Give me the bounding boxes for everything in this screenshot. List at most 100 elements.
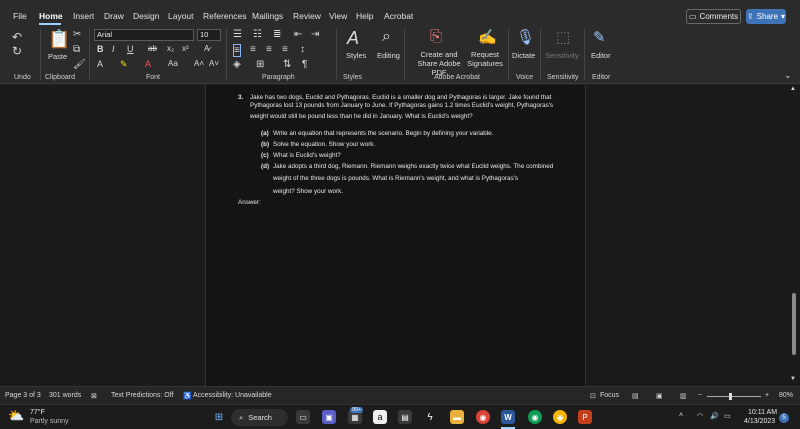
font-name-select[interactable]: Arial: [94, 29, 194, 41]
search-box[interactable]: ⌕ Search: [231, 409, 288, 426]
bold-icon[interactable]: B: [97, 44, 104, 54]
editor-button-label[interactable]: Editor: [591, 51, 611, 60]
windows-start-icon[interactable]: ⊞: [212, 410, 226, 424]
italic-icon[interactable]: I: [112, 44, 115, 54]
store-icon[interactable]: ▤: [398, 410, 412, 424]
styles-label[interactable]: Styles: [346, 51, 366, 60]
app-icon[interactable]: ϟ: [423, 410, 437, 424]
chrome-icon[interactable]: ◉: [476, 410, 490, 424]
justify-icon[interactable]: ≡: [282, 44, 288, 55]
sensitivity-icon[interactable]: ⬚: [556, 28, 570, 46]
chevron-up-icon[interactable]: ˄: [679, 412, 683, 419]
menu-file[interactable]: File: [13, 11, 27, 21]
cut-icon[interactable]: ✂: [73, 29, 81, 40]
highlight-icon[interactable]: ✎: [120, 59, 128, 70]
numbering-icon[interactable]: ☷: [253, 29, 262, 40]
weather-temp[interactable]: 77°F: [30, 409, 45, 416]
word-count[interactable]: 301 words: [49, 392, 81, 399]
clock-time[interactable]: 10:11 AM: [748, 409, 777, 416]
sensitivity-button-label[interactable]: Sensitivity: [545, 51, 579, 60]
vertical-scrollbar[interactable]: ▲ ▼: [790, 86, 798, 384]
weather-desc[interactable]: Partly sunny: [30, 418, 69, 425]
print-layout-icon[interactable]: ▣: [656, 392, 663, 400]
wifi-icon[interactable]: ◠: [697, 412, 703, 420]
sort-icon[interactable]: ⇅: [283, 59, 291, 70]
undo-icon[interactable]: ↶: [12, 30, 22, 44]
scroll-thumb[interactable]: [792, 293, 796, 355]
styles-icon[interactable]: A: [347, 28, 359, 49]
chrome-icon[interactable]: ◉: [528, 410, 542, 424]
scroll-up-icon[interactable]: ▲: [790, 86, 796, 92]
request-signatures-icon[interactable]: ✍: [478, 28, 497, 46]
create-share-pdf-label[interactable]: Create and Share Adobe PDF: [410, 50, 468, 77]
menu-references[interactable]: References: [203, 11, 246, 21]
line-spacing-icon[interactable]: ↕: [300, 44, 305, 55]
notification-count[interactable]: 5: [779, 413, 789, 423]
menu-draw[interactable]: Draw: [104, 11, 124, 21]
menu-layout[interactable]: Layout: [168, 11, 194, 21]
menu-design[interactable]: Design: [133, 11, 159, 21]
word-icon[interactable]: W: [501, 410, 515, 424]
task-view-icon[interactable]: ▭: [296, 410, 310, 424]
align-left-icon[interactable]: ≡: [233, 44, 241, 57]
clock-date[interactable]: 4/13/2023: [744, 418, 775, 425]
show-marks-icon[interactable]: ¶: [302, 59, 307, 70]
strikethrough-icon[interactable]: ab: [148, 44, 157, 53]
shading-icon[interactable]: ◈: [233, 59, 241, 70]
font-color-icon[interactable]: A: [145, 59, 151, 69]
text-predictions[interactable]: Text Predictions: Off: [111, 392, 174, 399]
menu-review[interactable]: Review: [293, 11, 321, 21]
change-case-icon[interactable]: Aa: [168, 59, 178, 68]
superscript-icon[interactable]: x²: [182, 44, 189, 53]
menu-mailings[interactable]: Mailings: [252, 11, 283, 21]
paste-label[interactable]: Paste: [48, 52, 67, 61]
clear-format-icon[interactable]: A̷: [204, 44, 209, 53]
paste-icon[interactable]: 📋: [48, 29, 70, 50]
bullets-icon[interactable]: ☰: [233, 29, 242, 40]
grow-font-icon[interactable]: A˄: [194, 59, 204, 68]
volume-icon[interactable]: 🔊: [710, 412, 719, 420]
zoom-level[interactable]: 80%: [779, 392, 793, 399]
format-painter-icon[interactable]: 🖌: [73, 59, 86, 70]
comments-button[interactable]: ▭ Comments: [686, 9, 741, 24]
dictate-label[interactable]: Dictate: [512, 51, 535, 60]
adobe-pdf-icon[interactable]: ⎘: [430, 28, 442, 45]
focus-button[interactable]: Focus: [600, 392, 619, 399]
teams-icon[interactable]: ▣: [322, 410, 336, 424]
zoom-in-icon[interactable]: +: [765, 392, 769, 399]
share-button[interactable]: ⇪ Share ▾: [746, 9, 786, 24]
text-effects-icon[interactable]: A: [97, 59, 103, 69]
copy-icon[interactable]: ⧉: [73, 44, 80, 55]
menu-acrobat[interactable]: Acrobat: [384, 11, 413, 21]
proofing-icon[interactable]: ⊠: [91, 392, 97, 400]
zoom-out-icon[interactable]: −: [698, 392, 702, 399]
underline-icon[interactable]: U: [127, 44, 134, 54]
editing-label[interactable]: Editing: [377, 51, 400, 60]
zoom-slider[interactable]: [707, 396, 761, 397]
align-center-icon[interactable]: ≡: [250, 44, 256, 55]
chevron-down-icon[interactable]: ⌄: [784, 70, 792, 81]
redo-icon[interactable]: ↻: [12, 44, 22, 58]
web-layout-icon[interactable]: ▥: [680, 392, 687, 400]
menu-home[interactable]: Home: [39, 11, 63, 21]
battery-icon[interactable]: ▭: [724, 412, 731, 420]
decrease-indent-icon[interactable]: ⇤: [294, 29, 302, 40]
align-right-icon[interactable]: ≡: [266, 44, 272, 55]
zoom-slider-thumb[interactable]: [729, 393, 732, 400]
amazon-icon[interactable]: a: [373, 410, 387, 424]
accessibility-status[interactable]: Accessibility: Unavailable: [193, 392, 272, 399]
chrome-icon[interactable]: ◉: [553, 410, 567, 424]
microphone-icon[interactable]: 🎙: [516, 28, 535, 46]
menu-help[interactable]: Help: [356, 11, 373, 21]
weather-icon[interactable]: ⛅: [8, 408, 24, 424]
multilevel-list-icon[interactable]: ≣: [273, 29, 281, 40]
document-page[interactable]: 3. Jake has two dogs, Euclid and Pythago…: [205, 85, 586, 386]
editor-icon[interactable]: ✎: [593, 28, 606, 46]
font-size-select[interactable]: 10: [197, 29, 221, 41]
request-signatures-label[interactable]: Request Signatures: [466, 50, 504, 68]
powerpoint-icon[interactable]: P: [578, 410, 592, 424]
borders-icon[interactable]: ⊞: [256, 59, 264, 70]
read-mode-icon[interactable]: ▤: [632, 392, 639, 400]
shrink-font-icon[interactable]: A˅: [209, 59, 219, 68]
file-explorer-icon[interactable]: ▬: [450, 410, 464, 424]
